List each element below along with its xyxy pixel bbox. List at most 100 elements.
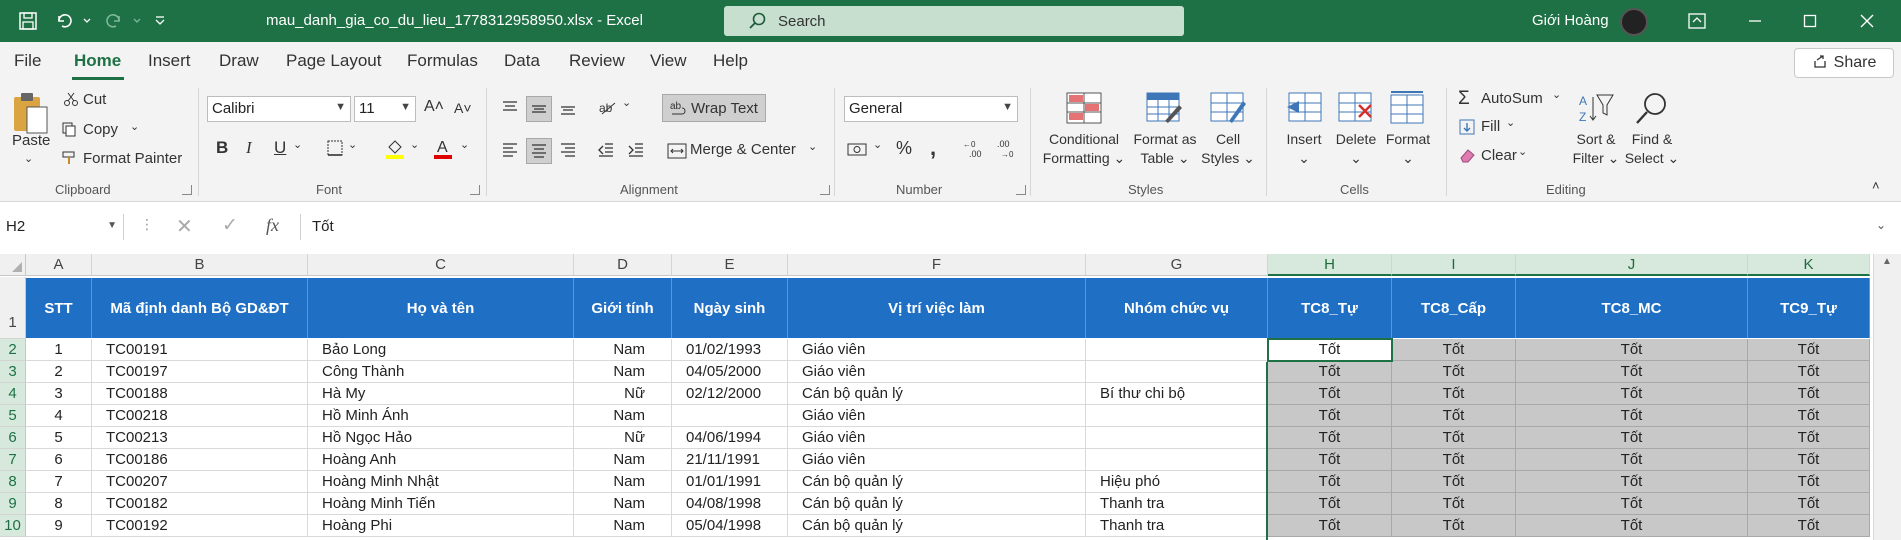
cell-g6[interactable] — [1086, 427, 1268, 449]
tab-draw[interactable]: Draw — [219, 51, 259, 71]
cell-a5[interactable]: 4 — [26, 405, 92, 427]
cancel-entry-icon[interactable]: ✕ — [176, 214, 193, 239]
cell-k10[interactable]: Tốt — [1748, 515, 1870, 537]
cell-h2[interactable]: Tốt — [1268, 339, 1392, 361]
header-cell-ma-dinh-danh[interactable]: Mã định danh Bộ GD&ĐT — [92, 278, 308, 338]
worksheet-grid[interactable]: A B C D E F G H I J K 1 2 3 4 5 6 7 8 9 10 STT M… — [0, 254, 1901, 540]
insert-cells-icon[interactable] — [1284, 90, 1324, 126]
find-select-icon[interactable] — [1632, 90, 1672, 128]
header-cell-tc8-tu[interactable]: TC8_Tự — [1268, 278, 1392, 338]
row-header-3[interactable]: 3 — [0, 361, 26, 383]
cell-e3[interactable]: 04/05/2000 — [672, 361, 788, 383]
cell-b6[interactable]: TC00213 — [92, 427, 308, 449]
alignment-launcher-icon[interactable] — [820, 185, 830, 195]
collapse-ribbon-icon[interactable]: ˄ — [1872, 178, 1880, 193]
cell-e9[interactable]: 04/08/1998 — [672, 493, 788, 515]
cell-a3[interactable]: 2 — [26, 361, 92, 383]
cell-b10[interactable]: TC00192 — [92, 515, 308, 537]
redo-dropdown-icon[interactable] — [130, 0, 144, 42]
cell-e4[interactable]: 02/12/2000 — [672, 383, 788, 405]
number-format-dropdown[interactable]: General ▼ — [844, 96, 1018, 122]
column-header-i[interactable]: I — [1392, 254, 1516, 276]
cell-i8[interactable]: Tốt — [1392, 471, 1516, 493]
cell-j10[interactable]: Tốt — [1516, 515, 1748, 537]
ribbon-display-icon[interactable] — [1682, 0, 1712, 42]
cell-c3[interactable]: Công Thành — [308, 361, 574, 383]
fill-dropdown-icon[interactable]: ⌄ — [1506, 116, 1515, 129]
header-cell-vi-tri[interactable]: Vị trí việc làm — [788, 278, 1086, 338]
align-top-icon[interactable] — [498, 96, 522, 120]
search-box[interactable]: Search — [724, 6, 1184, 36]
cell-c9[interactable]: Hoàng Minh Tiến — [308, 493, 574, 515]
cell-f4[interactable]: Cán bộ quản lý — [788, 383, 1086, 405]
cell-g5[interactable] — [1086, 405, 1268, 427]
cell-g3[interactable] — [1086, 361, 1268, 383]
cell-e10[interactable]: 05/04/1998 — [672, 515, 788, 537]
cell-j2[interactable]: Tốt — [1516, 339, 1748, 361]
cell-h3[interactable]: Tốt — [1268, 361, 1392, 383]
delete-cells-icon[interactable] — [1336, 90, 1376, 126]
copy-button[interactable]: Copy — [83, 121, 118, 138]
cell-i7[interactable]: Tốt — [1392, 449, 1516, 471]
paste-button[interactable]: Paste — [12, 132, 50, 149]
accounting-dropdown-icon[interactable]: ⌄ — [873, 138, 882, 151]
bold-button[interactable]: B — [216, 138, 228, 158]
cell-h10[interactable]: Tốt — [1268, 515, 1392, 537]
align-bottom-icon[interactable] — [556, 96, 580, 120]
cell-f7[interactable]: Giáo viên — [788, 449, 1086, 471]
column-header-a[interactable]: A — [26, 254, 92, 276]
scroll-up-icon[interactable]: ▲ — [1882, 256, 1892, 267]
minimize-icon[interactable] — [1740, 0, 1770, 42]
autosum-dropdown-icon[interactable]: ⌄ — [1552, 88, 1561, 101]
cell-e5[interactable] — [672, 405, 788, 427]
tab-view[interactable]: View — [650, 51, 687, 71]
cell-i3[interactable]: Tốt — [1392, 361, 1516, 383]
cell-c8[interactable]: Hoàng Minh Nhật — [308, 471, 574, 493]
cell-f10[interactable]: Cán bộ quản lý — [788, 515, 1086, 537]
user-name[interactable]: Giới Hoàng — [1532, 12, 1609, 29]
cell-k5[interactable]: Tốt — [1748, 405, 1870, 427]
cell-h6[interactable]: Tốt — [1268, 427, 1392, 449]
orientation-icon[interactable]: ab — [596, 96, 620, 120]
tab-data[interactable]: Data — [504, 51, 540, 71]
cell-h9[interactable]: Tốt — [1268, 493, 1392, 515]
format-painter-icon[interactable] — [60, 149, 78, 167]
orientation-dropdown-icon[interactable]: ⌄ — [622, 96, 631, 109]
row-header-2[interactable]: 2 — [0, 339, 26, 361]
cell-g4[interactable]: Bí thư chi bộ — [1086, 383, 1268, 405]
cell-i10[interactable]: Tốt — [1392, 515, 1516, 537]
avatar[interactable] — [1620, 8, 1648, 36]
autosum-button[interactable]: AutoSum — [1481, 90, 1543, 107]
cell-g10[interactable]: Thanh tra — [1086, 515, 1268, 537]
save-icon[interactable] — [14, 0, 42, 42]
cell-c6[interactable]: Hồ Ngọc Hảo — [308, 427, 574, 449]
merge-dropdown-icon[interactable]: ⌄ — [808, 140, 817, 153]
format-cells-button[interactable]: Format ⌄ — [1380, 130, 1436, 168]
row-header-5[interactable]: 5 — [0, 405, 26, 427]
maximize-icon[interactable] — [1795, 0, 1825, 42]
cell-d4[interactable]: Nữ — [574, 383, 672, 405]
cell-c2[interactable]: Bảo Long — [308, 339, 574, 361]
cell-a2[interactable]: 1 — [26, 339, 92, 361]
column-header-g[interactable]: G — [1086, 254, 1268, 276]
name-box[interactable]: H2 ▼ — [0, 214, 124, 240]
align-center-icon[interactable] — [526, 138, 552, 164]
cell-f2[interactable]: Giáo viên — [788, 339, 1086, 361]
cell-h7[interactable]: Tốt — [1268, 449, 1392, 471]
cell-d5[interactable]: Nam — [574, 405, 672, 427]
font-name-dropdown[interactable]: Calibri ▼ — [207, 96, 351, 122]
cell-d8[interactable]: Nam — [574, 471, 672, 493]
clear-button[interactable]: Clear — [1481, 147, 1517, 164]
cell-k2[interactable]: Tốt — [1748, 339, 1870, 361]
borders-icon[interactable] — [325, 138, 345, 158]
cell-k8[interactable]: Tốt — [1748, 471, 1870, 493]
header-cell-ho-va-ten[interactable]: Họ và tên — [308, 278, 574, 338]
cell-a9[interactable]: 8 — [26, 493, 92, 515]
percent-style-icon[interactable]: % — [896, 138, 912, 159]
column-header-k[interactable]: K — [1748, 254, 1870, 276]
cell-e7[interactable]: 21/11/1991 — [672, 449, 788, 471]
select-all-corner[interactable] — [0, 254, 26, 276]
tab-review[interactable]: Review — [569, 51, 625, 71]
cell-f8[interactable]: Cán bộ quản lý — [788, 471, 1086, 493]
merge-center-button[interactable]: Merge & Center — [690, 141, 796, 158]
